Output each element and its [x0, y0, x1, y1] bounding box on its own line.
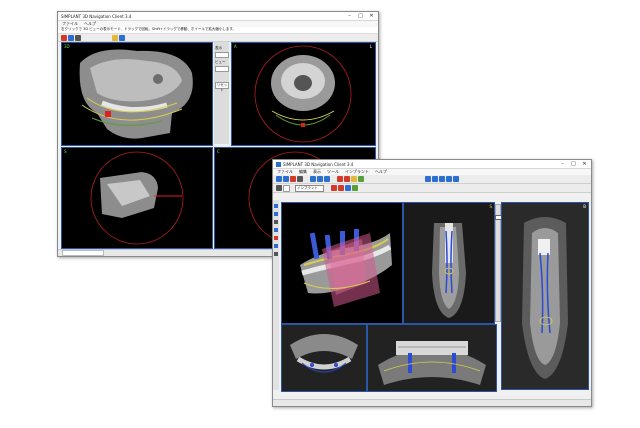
front-viewport-panoramic[interactable]	[367, 324, 497, 392]
back-window-title: SIMPLANT 3D Navigation Client 3.4	[61, 13, 132, 19]
back-hint-bar: 右クリックで 3D ビューの表示モード、ドラッグで回転、Shift+ドラッグで移…	[58, 27, 378, 34]
front-toolbar-1	[273, 175, 591, 184]
viewport-label-coronal: C	[217, 149, 220, 154]
tool-pan-icon[interactable]	[283, 184, 290, 192]
maximize-icon[interactable]: □	[570, 160, 577, 168]
tool-zoom-icon[interactable]	[276, 185, 282, 191]
viewport-corner-l: L	[369, 44, 372, 49]
tool-implant-move-icon[interactable]	[338, 185, 344, 191]
tool-marker-icon-1[interactable]	[337, 176, 343, 182]
strip-icon-1[interactable]	[274, 204, 278, 208]
tool-measure-icon[interactable]	[358, 176, 364, 182]
back-toolbar	[58, 34, 378, 42]
viewport-corner-b: B	[583, 204, 586, 209]
tooth-icon	[276, 161, 281, 167]
tool-implant-rotate-icon[interactable]	[345, 185, 351, 191]
tool-open-icon[interactable]	[283, 176, 289, 182]
menu-view[interactable]: 表示	[313, 169, 321, 175]
close-icon[interactable]: ✕	[581, 160, 588, 168]
tool-icon-4[interactable]	[112, 34, 118, 41]
status-field	[62, 250, 104, 256]
tool-view-icon-3[interactable]	[324, 176, 330, 182]
viewport-label-axial: A	[234, 44, 237, 49]
menu-help[interactable]: ヘルプ	[375, 169, 387, 175]
back-viewport-axial[interactable]: A L	[231, 42, 376, 146]
back-titlebar[interactable]: SIMPLANT 3D Navigation Client 3.4 – □ ✕	[58, 12, 378, 21]
viewport-label-sagittal: S	[64, 149, 67, 154]
side-select-display[interactable]	[215, 52, 229, 58]
tool-icon-1[interactable]	[61, 34, 67, 41]
front-viewport-3d[interactable]	[281, 202, 403, 324]
close-icon[interactable]: ✕	[368, 12, 375, 20]
side-select-view[interactable]	[215, 66, 229, 72]
menu-edit[interactable]: 編集	[299, 169, 307, 175]
viewport-label-sagittal: S	[489, 204, 492, 209]
tool-icon-5[interactable]	[119, 34, 125, 41]
tool-implant-add-icon[interactable]	[331, 185, 337, 191]
front-viewport-sagittal[interactable]: S	[403, 202, 495, 324]
tool-view-icon-2[interactable]	[317, 176, 323, 182]
tool-icon-3[interactable]	[75, 34, 81, 41]
tool-marker-icon-2[interactable]	[344, 176, 350, 182]
tool-tooth-icon-5[interactable]	[453, 176, 459, 182]
front-left-toolstrip	[273, 200, 279, 390]
tool-tooth-icon-1[interactable]	[425, 176, 431, 182]
back-viewport-sagittal[interactable]: S	[61, 147, 213, 249]
minimize-icon[interactable]: –	[559, 160, 566, 168]
side-reset-button[interactable]: リセット	[215, 82, 229, 92]
front-titlebar[interactable]: SIMPLANT 3D Navigation Client 3.4 – □ ✕	[273, 160, 591, 169]
tool-check-icon[interactable]	[352, 185, 358, 191]
tool-tooth-icon-2[interactable]	[432, 176, 438, 182]
strip-icon-2[interactable]	[274, 212, 278, 216]
tool-view-icon-1[interactable]	[310, 176, 316, 182]
side-label-view: ビュー	[215, 60, 226, 64]
implant-selector[interactable]: インプラント	[295, 184, 324, 192]
side-label-display: 表示	[215, 46, 222, 50]
tool-nerve-icon[interactable]	[351, 176, 357, 182]
front-statusbar	[273, 399, 591, 406]
minimize-icon[interactable]: –	[346, 12, 353, 20]
maximize-icon[interactable]: □	[357, 12, 364, 20]
tool-new-icon[interactable]	[276, 176, 282, 182]
implant-selector-value: インプラント	[297, 185, 318, 190]
tool-save-icon[interactable]	[290, 176, 296, 182]
hint-text: 右クリックで 3D ビューの表示モード、ドラッグで回転、Shift+ドラッグで移…	[61, 27, 237, 31]
front-window[interactable]: SIMPLANT 3D Navigation Client 3.4 – □ ✕ …	[272, 159, 592, 407]
strip-icon-3[interactable]	[274, 220, 278, 224]
viewport-label-3d: 3D	[64, 44, 70, 49]
strip-icon-5[interactable]	[274, 236, 278, 240]
front-window-title: SIMPLANT 3D Navigation Client 3.4	[283, 161, 354, 167]
strip-icon-4[interactable]	[274, 228, 278, 232]
tool-print-icon[interactable]	[297, 176, 303, 182]
front-toolbar-2: インプラント	[273, 184, 591, 193]
menu-tools[interactable]: ツール	[327, 169, 339, 175]
strip-icon-6[interactable]	[274, 244, 278, 248]
back-side-panel: 表示 ビュー リセット	[214, 42, 229, 144]
tool-tooth-icon-4[interactable]	[446, 176, 452, 182]
strip-icon-7[interactable]	[274, 252, 278, 256]
tool-tooth-icon-3[interactable]	[439, 176, 445, 182]
tool-icon-2[interactable]	[68, 34, 74, 41]
back-viewport-3d[interactable]: 3D	[61, 42, 213, 146]
front-viewport-axial[interactable]	[281, 324, 367, 392]
menu-file[interactable]: ファイル	[277, 169, 293, 175]
menu-implant[interactable]: インプラント	[345, 169, 369, 175]
front-viewport-cross[interactable]: B	[501, 202, 589, 390]
